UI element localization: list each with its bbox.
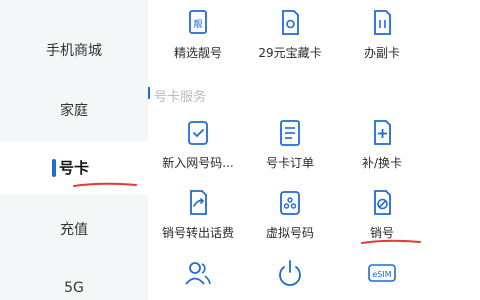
virtual-number-icon	[280, 191, 300, 215]
tile-pretty-number[interactable]: 靓 精选靓号	[148, 8, 248, 61]
esim-icon: eSIM	[368, 264, 396, 282]
tile-bottom-3[interactable]: eSIM	[332, 258, 432, 288]
section-title: 号卡服务	[154, 90, 207, 105]
tile-label: 销号转出话费	[161, 226, 234, 240]
pretty-number-icon: 靓	[189, 10, 207, 34]
tile-label: 号卡订单	[265, 156, 314, 170]
sim-card-gear-icon	[282, 10, 299, 35]
tile-new-number[interactable]: 新入网号码...	[148, 118, 248, 171]
tile-label: 精选靓号	[173, 46, 222, 60]
tile-virtual-number[interactable]: 虚拟号码	[240, 188, 340, 241]
red-pen-underline	[73, 182, 137, 187]
tile-bottom-1[interactable]	[148, 258, 248, 288]
sub-card-icon	[374, 10, 391, 35]
svg-text:靓: 靓	[193, 18, 202, 30]
tile-sub-card[interactable]: 办副卡	[332, 8, 432, 61]
tile-replace-card[interactable]: 补/换卡	[332, 118, 432, 171]
sidebar-item-phone-mall[interactable]: 手机商城	[0, 40, 148, 60]
sidebar-item-5g[interactable]: 5G	[0, 280, 148, 296]
tile-bottom-2[interactable]	[240, 258, 340, 288]
esim-badge-text: eSIM	[372, 270, 391, 279]
tile-label: 新入网号码...	[162, 156, 234, 170]
card-plus-icon	[374, 120, 391, 145]
phone-check-icon	[188, 121, 208, 145]
section-marker	[148, 87, 150, 99]
cancel-number-icon	[374, 190, 391, 215]
service-grid: 靓 精选靓号 29元宝藏卡 办副卡 号卡服务 新入网号码... 号卡订单 补/换…	[148, 0, 480, 300]
red-pen-underline	[361, 239, 421, 244]
users-icon	[185, 262, 211, 285]
tile-card-orders[interactable]: 号卡订单	[240, 118, 340, 171]
tile-label: 29元宝藏卡	[258, 46, 322, 60]
order-list-icon	[280, 120, 300, 146]
tile-label: 办副卡	[363, 46, 400, 60]
active-indicator	[52, 159, 56, 177]
tile-treasure-card[interactable]: 29元宝藏卡	[240, 8, 340, 61]
category-sidebar: 手机商城 家庭 号卡 充值 5G	[0, 0, 148, 300]
tile-label: 虚拟号码	[265, 226, 314, 240]
sidebar-item-recharge[interactable]: 充值	[0, 219, 148, 239]
tile-cancel-number[interactable]: 销号	[332, 188, 432, 241]
sidebar-item-family[interactable]: 家庭	[0, 100, 148, 120]
transfer-balance-icon	[190, 190, 207, 215]
tile-label: 补/换卡	[361, 156, 403, 170]
tile-transfer-balance[interactable]: 销号转出话费	[148, 188, 248, 241]
power-icon	[279, 260, 301, 286]
